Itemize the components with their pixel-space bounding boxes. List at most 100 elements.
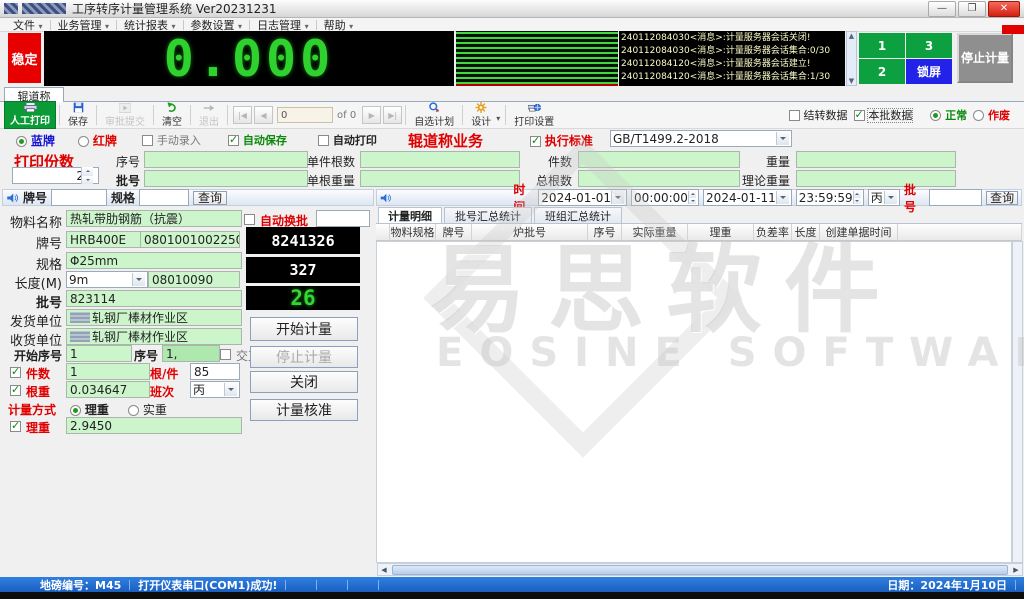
col-material-spec[interactable]: 物料规格 <box>390 224 436 241</box>
material-field[interactable]: 热轧带肋钢筋（抗震） <box>66 210 242 227</box>
nav-first-button[interactable]: |◀ <box>233 106 252 124</box>
spec-field[interactable]: Φ25mm <box>66 252 242 269</box>
auto-batch-checkbox[interactable] <box>244 212 255 226</box>
normal-radio[interactable]: 正常 <box>930 107 967 123</box>
restore-button[interactable]: ❐ <box>958 1 986 17</box>
clear-button[interactable]: 清空 <box>157 102 187 128</box>
start-seq-field[interactable]: 1 <box>66 345 132 362</box>
header-spec-input[interactable] <box>139 189 189 206</box>
cross-checkbox[interactable] <box>220 347 231 361</box>
length-select[interactable]: 9m <box>66 271 148 288</box>
exec-standard-checkbox[interactable]: 执行标准 <box>530 132 593 149</box>
time-to-stepper[interactable]: 23:59:59 <box>796 189 864 206</box>
batch-no-field[interactable]: 823114 <box>66 290 242 307</box>
col-grade[interactable]: 牌号 <box>436 224 472 241</box>
custom-plan-button[interactable]: 自选计划 <box>409 102 459 128</box>
tab-measure-detail[interactable]: 计量明细 <box>378 207 442 223</box>
record-number-field[interactable]: 0 <box>277 107 333 123</box>
message-scrollbar[interactable]: ▲▼ <box>846 31 857 86</box>
auto-batch-field[interactable] <box>316 210 370 227</box>
minimize-button[interactable]: — <box>928 1 956 17</box>
nav-next-button[interactable]: ▶ <box>362 106 381 124</box>
sender-field[interactable]: 轧钢厂棒材作业区 <box>66 309 242 326</box>
void-radio[interactable]: 作废 <box>973 107 1010 123</box>
red-plate-radio[interactable]: 红牌 <box>78 132 117 149</box>
spin-buttons[interactable] <box>853 191 861 204</box>
grade-field[interactable]: HRB400E <box>66 231 142 248</box>
nav-last-button[interactable]: ▶| <box>383 106 402 124</box>
theory-checkbox[interactable] <box>10 419 21 433</box>
theory2-field[interactable]: 2.9450 <box>66 417 242 434</box>
date-to-picker[interactable]: 2024-01-11 <box>703 189 792 206</box>
auto-save-checkbox[interactable]: 自动保存 <box>228 132 287 148</box>
col-theory-weight[interactable]: 理重 <box>688 224 754 241</box>
col-actual-weight[interactable]: 实际重量 <box>622 224 688 241</box>
auto-print-checkbox[interactable]: 自动打印 <box>318 132 377 148</box>
time-from-stepper[interactable]: 00:00:00 <box>631 189 699 206</box>
this-batch-checkbox[interactable]: 本批数据 <box>854 107 913 123</box>
header-grade-input[interactable] <box>51 189 107 206</box>
left-query-button[interactable]: 查询 <box>193 191 227 205</box>
col-neg-rate[interactable]: 负差率 <box>754 224 792 241</box>
batch-field[interactable] <box>144 170 308 187</box>
root-weight-checkbox[interactable] <box>10 383 21 397</box>
scale-button-3[interactable]: 3 <box>906 33 952 58</box>
actual-radio[interactable]: 实重 <box>128 401 167 418</box>
blue-plate-radio[interactable]: 蓝牌 <box>16 132 55 149</box>
design-dropdown-arrow[interactable]: ▾ <box>496 114 500 123</box>
status-message: 打开仪表串口(COM1)成功! <box>138 577 277 593</box>
nav-prev-button[interactable]: ◀ <box>254 106 273 124</box>
root-weight-field[interactable]: 0.034647 <box>66 381 150 398</box>
scroll-left-arrow[interactable]: ◀ <box>378 565 390 575</box>
roots-per-field[interactable]: 85 <box>190 363 240 380</box>
manual-print-button[interactable]: 人工打印 <box>4 101 56 129</box>
seq2-field[interactable]: 1, <box>162 345 220 362</box>
design-button[interactable]: 设计 <box>466 102 496 128</box>
save-button[interactable]: 保存 <box>63 102 93 128</box>
col-length[interactable]: 长度 <box>792 224 820 241</box>
pieces-checkbox[interactable] <box>10 365 21 379</box>
close-button[interactable]: ✕ <box>988 1 1020 17</box>
copies-spin-buttons[interactable] <box>81 167 93 184</box>
seq-field[interactable] <box>144 151 308 168</box>
pieces2-field[interactable]: 1 <box>66 363 150 380</box>
spin-buttons[interactable] <box>688 191 696 204</box>
theory-radio[interactable]: 理重 <box>70 401 109 418</box>
grade-code-field[interactable]: 0801001002250 <box>140 231 240 248</box>
theory-weight-field[interactable] <box>796 170 956 187</box>
manual-entry-checkbox[interactable]: 手动录入 <box>142 132 201 148</box>
close-panel-button[interactable]: 关闭 <box>250 371 358 393</box>
unit-weight-field[interactable] <box>360 170 520 187</box>
total-roots-field[interactable] <box>578 170 740 187</box>
verify-button[interactable]: 计量核准 <box>250 399 358 421</box>
shift-filter-select[interactable]: 丙 <box>868 189 900 206</box>
stop-measure-button[interactable]: 停止计量 <box>957 33 1013 83</box>
table-vertical-scrollbar[interactable] <box>1012 241 1023 563</box>
print-settings-button[interactable]: 打印设置 <box>509 102 559 128</box>
scale-button-1[interactable]: 1 <box>859 33 905 58</box>
receiver-field[interactable]: 轧钢厂棒材作业区 <box>66 328 242 345</box>
pieces-field[interactable] <box>578 151 740 168</box>
scroll-right-arrow[interactable]: ▶ <box>1010 565 1022 575</box>
start-measure-button[interactable]: 开始计量 <box>250 317 358 341</box>
table-body[interactable] <box>376 241 1012 563</box>
col-seq[interactable]: 序号 <box>588 224 622 241</box>
scroll-thumb[interactable] <box>392 565 1008 575</box>
shift-select[interactable]: 丙 <box>190 381 240 398</box>
batch-filter-input[interactable] <box>929 189 982 206</box>
lock-screen-button[interactable]: 锁屏 <box>906 59 952 84</box>
col-create-time[interactable]: 创建单据时间 <box>820 224 898 241</box>
tab-shift-summary[interactable]: 班组汇总统计 <box>534 207 622 223</box>
standard-select[interactable]: GB/T1499.2-2018 <box>610 130 792 147</box>
table-horizontal-scrollbar[interactable]: ◀ ▶ <box>377 563 1023 576</box>
tab-batch-summary[interactable]: 批号汇总统计 <box>444 207 532 223</box>
carryover-checkbox[interactable]: 结转数据 <box>789 107 848 123</box>
weight-field[interactable] <box>796 151 956 168</box>
scale-button-2[interactable]: 2 <box>859 59 905 84</box>
col-heat-batch[interactable]: 炉批号 <box>472 224 588 241</box>
date-from-picker[interactable]: 2024-01-01 <box>538 189 627 206</box>
right-query-button[interactable]: 查询 <box>986 191 1018 205</box>
menu-file[interactable]: 文件 ▾ <box>6 17 50 33</box>
unit-roots-field[interactable] <box>360 151 520 168</box>
length-code-field[interactable]: 08010090 <box>148 271 240 288</box>
